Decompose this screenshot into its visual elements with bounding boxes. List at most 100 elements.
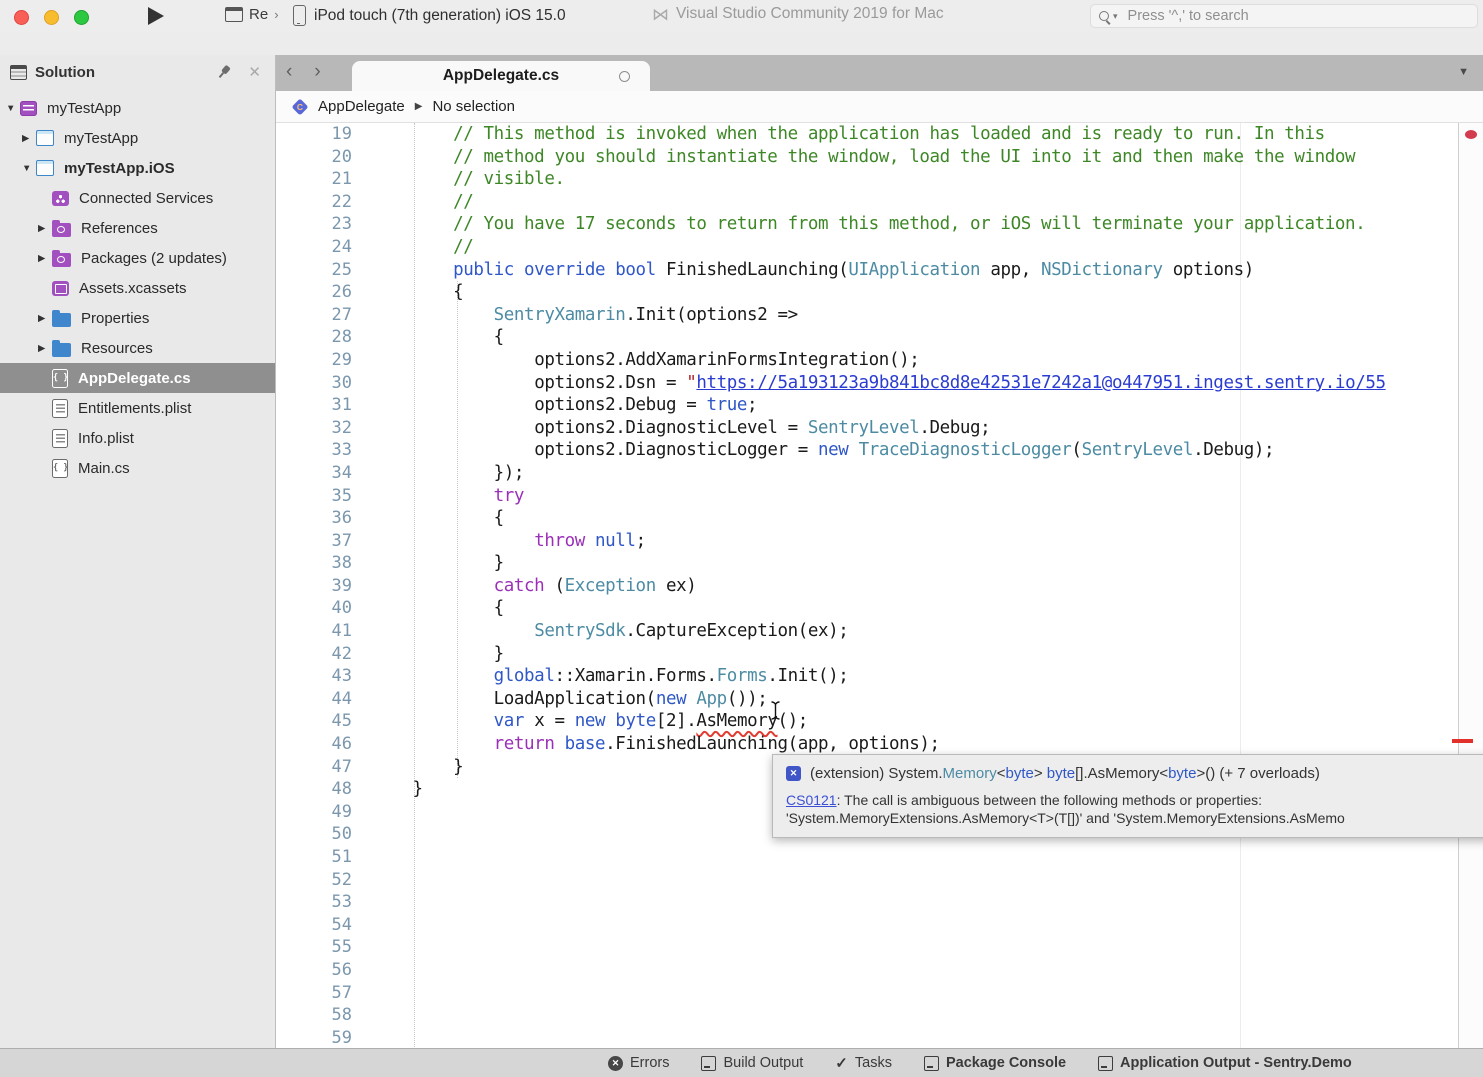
- code-line-33[interactable]: 33 options2.DiagnosticLogger = new Trace…: [276, 439, 1483, 462]
- code-line-53[interactable]: 53: [276, 891, 1483, 914]
- code-editor[interactable]: 19 // This method is invoked when the ap…: [276, 123, 1483, 1048]
- line-number[interactable]: 48: [276, 778, 352, 801]
- chevron-right-icon[interactable]: ▶: [38, 313, 52, 324]
- code-line-26[interactable]: 26 {: [276, 281, 1483, 304]
- code-line-55[interactable]: 55: [276, 936, 1483, 959]
- code-line-27[interactable]: 27 SentryXamarin.Init(options2 =>: [276, 304, 1483, 327]
- tab-modified-indicator-icon[interactable]: [619, 71, 630, 82]
- chevron-right-icon[interactable]: ▶: [38, 223, 52, 234]
- chevron-down-icon[interactable]: ▼: [22, 163, 36, 174]
- line-number[interactable]: 27: [276, 304, 352, 327]
- code-line-36[interactable]: 36 {: [276, 507, 1483, 530]
- statusbar-errors-button[interactable]: ✕Errors: [608, 1055, 669, 1071]
- search-scope-chevron-icon[interactable]: ▾: [1113, 11, 1118, 22]
- line-number[interactable]: 21: [276, 168, 352, 191]
- sidebar-item-mytestapp-ios[interactable]: ▼myTestApp.iOS: [0, 153, 275, 183]
- navigate-forward-button[interactable]: ›: [314, 60, 320, 84]
- line-number[interactable]: 36: [276, 507, 352, 530]
- code-line-59[interactable]: 59: [276, 1027, 1483, 1048]
- line-number[interactable]: 45: [276, 710, 352, 733]
- line-number[interactable]: 47: [276, 756, 352, 779]
- close-icon[interactable]: ✕: [248, 63, 261, 81]
- code-line-43[interactable]: 43 global::Xamarin.Forms.Forms.Init();: [276, 665, 1483, 688]
- line-number[interactable]: 19: [276, 123, 352, 146]
- zoom-window-button[interactable]: [74, 10, 89, 25]
- code-line-40[interactable]: 40 {: [276, 597, 1483, 620]
- line-number[interactable]: 26: [276, 281, 352, 304]
- sidebar-item-references[interactable]: ▶References: [0, 213, 275, 243]
- line-number[interactable]: 34: [276, 462, 352, 485]
- scroll-annotation-bar[interactable]: [1458, 123, 1483, 1048]
- code-line-28[interactable]: 28 {: [276, 326, 1483, 349]
- chevron-right-icon[interactable]: ▶: [38, 343, 52, 354]
- code-line-20[interactable]: 20 // method you should instantiate the …: [276, 146, 1483, 169]
- chevron-right-icon[interactable]: ▶: [22, 133, 36, 144]
- sidebar-item-mytestapp[interactable]: ▶myTestApp: [0, 123, 275, 153]
- navigate-back-button[interactable]: ‹: [286, 60, 292, 84]
- line-number[interactable]: 58: [276, 1004, 352, 1027]
- code-line-35[interactable]: 35 try: [276, 485, 1483, 508]
- breadcrumb-selection[interactable]: No selection: [432, 98, 515, 115]
- code-line-24[interactable]: 24 //: [276, 236, 1483, 259]
- line-number[interactable]: 29: [276, 349, 352, 372]
- code-line-25[interactable]: 25 public override bool FinishedLaunchin…: [276, 259, 1483, 282]
- global-search-field[interactable]: ▾: [1090, 4, 1478, 28]
- line-number[interactable]: 30: [276, 372, 352, 395]
- sidebar-item-appdelegate-cs[interactable]: AppDelegate.cs: [0, 363, 275, 393]
- line-number[interactable]: 53: [276, 891, 352, 914]
- line-number[interactable]: 55: [276, 936, 352, 959]
- line-number[interactable]: 42: [276, 643, 352, 666]
- line-number[interactable]: 52: [276, 869, 352, 892]
- error-marker-icon[interactable]: [1465, 130, 1477, 139]
- chevron-right-icon[interactable]: ▶: [38, 253, 52, 264]
- code-line-58[interactable]: 58: [276, 1004, 1483, 1027]
- line-number[interactable]: 39: [276, 575, 352, 598]
- close-window-button[interactable]: [14, 10, 29, 25]
- device-selector[interactable]: iPod touch (7th generation) iOS 15.0: [293, 5, 566, 26]
- line-number[interactable]: 41: [276, 620, 352, 643]
- tab-overflow-chevron-icon[interactable]: ▼: [1458, 66, 1469, 78]
- line-number[interactable]: 35: [276, 485, 352, 508]
- breadcrumb-class[interactable]: AppDelegate: [318, 98, 405, 115]
- line-number[interactable]: 28: [276, 326, 352, 349]
- sidebar-item-main-cs[interactable]: Main.cs: [0, 453, 275, 483]
- code-line-32[interactable]: 32 options2.DiagnosticLevel = SentryLeve…: [276, 417, 1483, 440]
- code-line-31[interactable]: 31 options2.Debug = true;: [276, 394, 1483, 417]
- line-number[interactable]: 49: [276, 801, 352, 824]
- code-line-30[interactable]: 30 options2.Dsn = "https://5a193123a9b84…: [276, 372, 1483, 395]
- code-line-37[interactable]: 37 throw null;: [276, 530, 1483, 553]
- line-number[interactable]: 50: [276, 823, 352, 846]
- sidebar-item-packages-2-updates[interactable]: ▶Packages (2 updates): [0, 243, 275, 273]
- sidebar-item-mytestapp[interactable]: ▼myTestApp: [0, 93, 275, 123]
- line-number[interactable]: 20: [276, 146, 352, 169]
- tab-appdelegate[interactable]: AppDelegate.cs: [352, 61, 650, 91]
- line-number[interactable]: 56: [276, 959, 352, 982]
- search-input[interactable]: [1126, 7, 1469, 25]
- sidebar-item-resources[interactable]: ▶Resources: [0, 333, 275, 363]
- line-number[interactable]: 31: [276, 394, 352, 417]
- line-number[interactable]: 46: [276, 733, 352, 756]
- code-line-19[interactable]: 19 // This method is invoked when the ap…: [276, 123, 1483, 146]
- statusbar-build-output-button[interactable]: Build Output: [701, 1055, 803, 1071]
- line-number[interactable]: 32: [276, 417, 352, 440]
- line-number[interactable]: 59: [276, 1027, 352, 1048]
- code-line-42[interactable]: 42 }: [276, 643, 1483, 666]
- sidebar-item-assets-xcassets[interactable]: Assets.xcassets: [0, 273, 275, 303]
- code-line-44[interactable]: 44 LoadApplication(new App());: [276, 688, 1483, 711]
- code-line-34[interactable]: 34 });: [276, 462, 1483, 485]
- code-line-46[interactable]: 46 return base.FinishedLaunching(app, op…: [276, 733, 1483, 756]
- code-line-22[interactable]: 22 //: [276, 191, 1483, 214]
- code-line-51[interactable]: 51: [276, 846, 1483, 869]
- code-line-56[interactable]: 56: [276, 959, 1483, 982]
- line-number[interactable]: 37: [276, 530, 352, 553]
- code-line-29[interactable]: 29 options2.AddXamarinFormsIntegration()…: [276, 349, 1483, 372]
- code-line-52[interactable]: 52: [276, 869, 1483, 892]
- sidebar-item-info-plist[interactable]: Info.plist: [0, 423, 275, 453]
- statusbar-tasks-button[interactable]: ✓Tasks: [835, 1054, 892, 1072]
- line-number[interactable]: 44: [276, 688, 352, 711]
- minimize-window-button[interactable]: [44, 10, 59, 25]
- line-number[interactable]: 57: [276, 982, 352, 1005]
- line-number[interactable]: 54: [276, 914, 352, 937]
- code-line-45[interactable]: 45 var x = new byte[2].AsMemory();: [276, 710, 1483, 733]
- statusbar-application-output-sentry-demo-button[interactable]: Application Output - Sentry.Demo: [1098, 1055, 1352, 1071]
